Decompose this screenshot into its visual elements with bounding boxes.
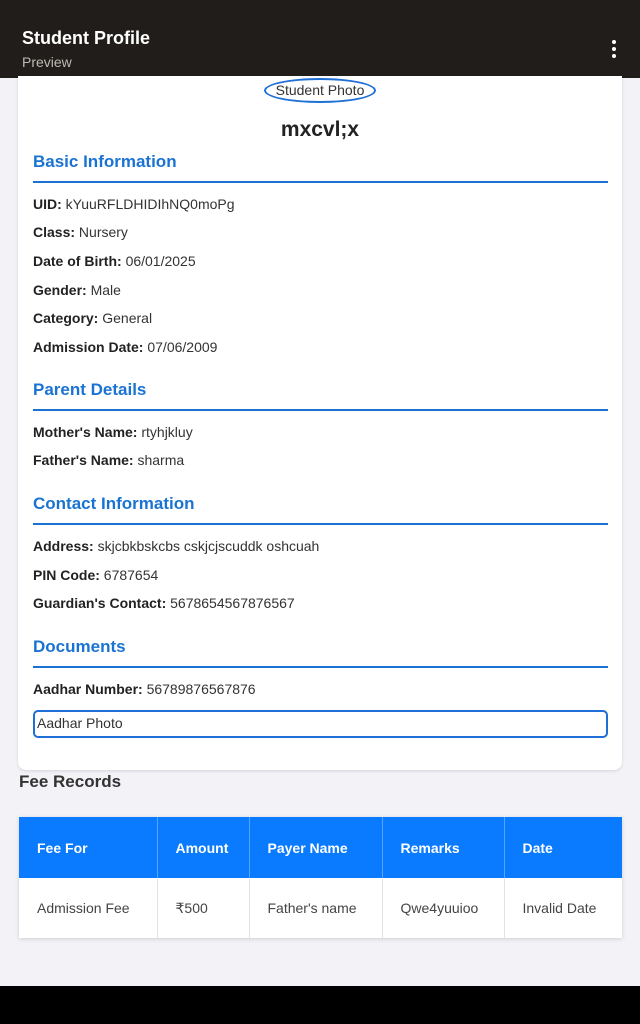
field-admission-date: Admission Date: 07/06/2009 xyxy=(33,339,218,355)
column-header-remarks: Remarks xyxy=(382,817,505,878)
field-mother-name: Mother's Name: rtyhjkluy xyxy=(33,424,193,440)
cell-amount: ₹500 xyxy=(157,878,250,938)
fee-records-heading: Fee Records xyxy=(19,772,122,791)
cell-remarks: Qwe4yuuioo xyxy=(382,878,505,938)
page-subtitle: Preview xyxy=(22,54,72,70)
column-header-fee-for: Fee For xyxy=(19,817,158,878)
cell-fee-for: Admission Fee xyxy=(19,878,158,938)
field-gender: Gender: Male xyxy=(33,282,121,298)
field-class: Class: Nursery xyxy=(33,224,128,240)
app-bar: Student Profile Preview xyxy=(0,0,640,78)
contact-info-heading: Contact Information xyxy=(33,494,608,525)
table-header-row: Fee For Amount Payer Name Remarks Date xyxy=(19,817,622,878)
column-header-date: Date xyxy=(504,817,622,878)
table-row: Admission Fee ₹500 Father's name Qwe4yuu… xyxy=(19,878,622,938)
student-photo: Student Photo xyxy=(264,78,376,103)
aadhar-photo: Aadhar Photo xyxy=(33,710,608,738)
field-category: Category: General xyxy=(33,310,153,326)
page-title: Student Profile xyxy=(22,28,151,48)
field-address: Address: skjcbkbskcbs cskjcjscuddk oshcu… xyxy=(33,538,320,554)
system-navigation-bar xyxy=(0,986,640,1024)
field-guardian-contact: Guardian's Contact: 5678654567876567 xyxy=(33,595,295,611)
field-dob: Date of Birth: 06/01/2025 xyxy=(33,253,196,269)
more-vert-icon[interactable] xyxy=(612,40,616,58)
fee-records-table: Fee For Amount Payer Name Remarks Date A… xyxy=(19,817,622,938)
cell-payer-name: Father's name xyxy=(249,878,383,938)
field-father-name: Father's Name: sharma xyxy=(33,452,185,468)
field-aadhar-number: Aadhar Number: 56789876567876 xyxy=(33,681,256,697)
field-uid: UID: kYuuRFLDHIDIhNQ0moPg xyxy=(33,196,235,212)
cell-date: Invalid Date xyxy=(522,900,597,916)
parent-details-heading: Parent Details xyxy=(33,380,608,411)
basic-info-heading: Basic Information xyxy=(33,152,608,183)
documents-heading: Documents xyxy=(33,637,608,668)
field-pin-code: PIN Code: 6787654 xyxy=(33,567,159,583)
student-name: mxcvl;x xyxy=(280,118,360,141)
column-header-amount: Amount xyxy=(157,817,250,878)
column-header-payer-name: Payer Name xyxy=(249,817,383,878)
